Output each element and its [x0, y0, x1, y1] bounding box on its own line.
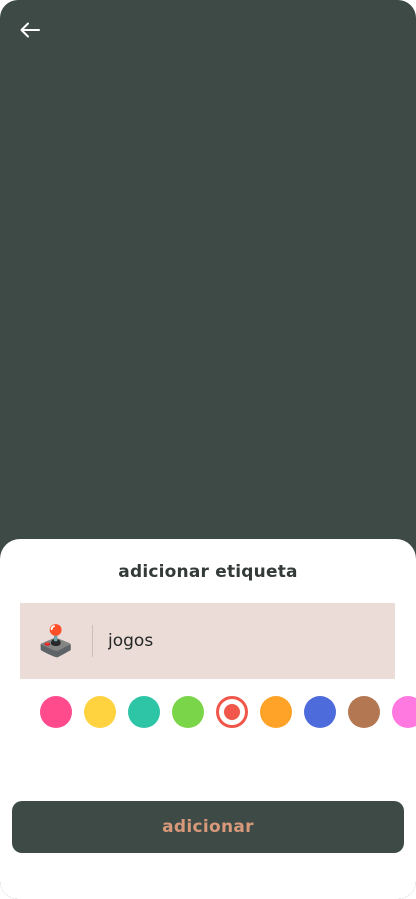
divider [92, 625, 93, 657]
tag-input-row: 🕹️ [20, 603, 395, 679]
add-button[interactable]: adicionar [12, 801, 404, 853]
selected-color-dot [224, 704, 240, 720]
tag-name-input[interactable] [108, 631, 358, 651]
color-swatch[interactable] [392, 696, 416, 728]
color-swatch[interactable] [304, 696, 336, 728]
emoji-picker-button[interactable]: 🕹️ [20, 603, 92, 679]
color-swatch[interactable] [348, 696, 380, 728]
color-swatch[interactable] [84, 696, 116, 728]
joystick-emoji-icon: 🕹️ [37, 623, 75, 659]
color-swatch[interactable] [260, 696, 292, 728]
sheet-title: adicionar etiqueta [118, 562, 298, 582]
back-button[interactable] [16, 18, 44, 42]
color-swatch[interactable] [216, 696, 248, 728]
color-picker [40, 696, 416, 728]
color-swatch[interactable] [128, 696, 160, 728]
add-tag-sheet: adicionar etiqueta 🕹️ adicionar [0, 539, 416, 899]
arrow-left-icon [20, 22, 40, 38]
color-swatch[interactable] [40, 696, 72, 728]
screen: adicionar etiqueta 🕹️ adicionar [0, 0, 416, 899]
color-swatch[interactable] [172, 696, 204, 728]
